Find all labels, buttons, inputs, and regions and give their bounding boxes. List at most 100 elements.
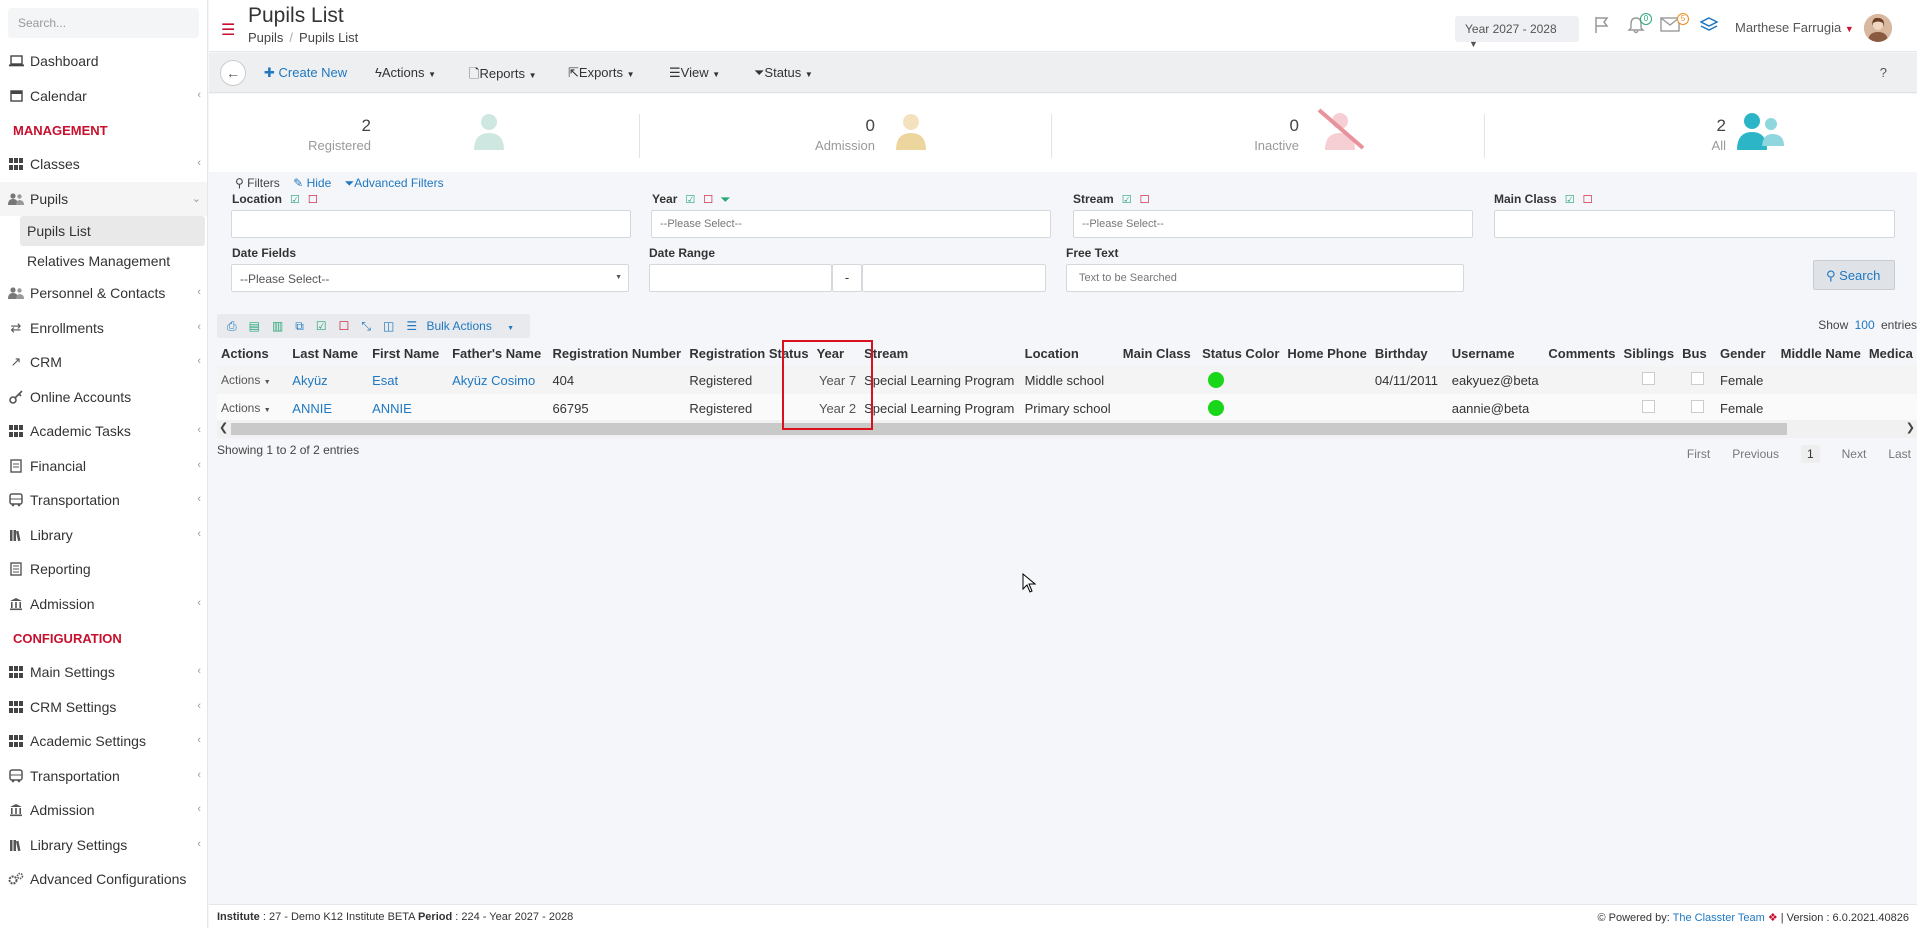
column-header[interactable]: Middle Name — [1777, 340, 1865, 366]
stat-inactive[interactable]: 0 Inactive — [1061, 116, 1299, 153]
square-icon[interactable]: ☐ — [1140, 194, 1150, 206]
sidebar-item-library-settings[interactable]: Library Settings ‹ — [0, 828, 207, 863]
check-square-icon[interactable]: ☑ — [290, 194, 300, 206]
column-header[interactable]: Username — [1448, 340, 1545, 366]
bus-checkbox[interactable] — [1690, 400, 1704, 413]
compress-icon[interactable]: ⤡ — [361, 319, 371, 334]
entries-count-select[interactable]: 100 — [1855, 318, 1875, 332]
advanced-filters-link[interactable]: ⏷Advanced Filters — [345, 176, 444, 190]
sidebar-item-academic-settings[interactable]: Academic Settings ‹ — [0, 724, 207, 759]
stat-admission[interactable]: 0 Admission — [649, 116, 875, 153]
pager-current[interactable]: 1 — [1800, 445, 1820, 463]
column-header[interactable]: Location — [1021, 340, 1119, 366]
hide-filters-link[interactable]: ✎ Hide — [293, 176, 331, 190]
bus-checkbox[interactable] — [1690, 372, 1704, 385]
main-class-input[interactable] — [1494, 210, 1895, 238]
help-button[interactable]: ? — [1880, 65, 1887, 80]
sidebar-item-online-accounts[interactable]: Online Accounts — [0, 380, 207, 415]
last-name-link[interactable]: ANNIE — [292, 401, 332, 416]
exports-dropdown[interactable]: ⇱Exports ▼ — [568, 65, 635, 81]
flag-icon[interactable] — [1593, 16, 1611, 39]
sidebar-item-admission[interactable]: Admission ‹ — [0, 587, 207, 622]
square-icon[interactable]: ☐ — [308, 194, 318, 206]
sidebar-item-main-settings[interactable]: Main Settings ‹ — [0, 655, 207, 690]
check-square-icon[interactable]: ☑ — [316, 319, 327, 333]
layers-icon[interactable] — [1699, 16, 1719, 39]
sidebar-item-library[interactable]: Library ‹ — [0, 518, 207, 553]
sidebar-item-personnel[interactable]: Personnel & Contacts ‹ — [0, 276, 207, 311]
column-header[interactable]: Actions — [217, 340, 288, 366]
year-select[interactable]: Year 2027 - 2028 ▼ — [1455, 16, 1579, 49]
sidebar-item-crm-settings[interactable]: CRM Settings ‹ — [0, 690, 207, 725]
sidebar-item-transportation[interactable]: Transportation ‹ — [0, 483, 207, 518]
stream-select-input[interactable]: --Please Select-- — [1073, 210, 1473, 238]
sidebar-item-academic-tasks[interactable]: Academic Tasks ‹ — [0, 414, 207, 449]
column-header[interactable]: Main Class — [1119, 340, 1198, 366]
column-header[interactable]: Birthday — [1371, 340, 1448, 366]
sidebar-subitem-pupils-list[interactable]: Pupils List — [20, 216, 205, 246]
column-header[interactable]: Last Name — [288, 340, 368, 366]
column-header[interactable]: Father's Name — [448, 340, 548, 366]
siblings-checkbox[interactable] — [1642, 372, 1656, 385]
pager-next[interactable]: Next — [1842, 447, 1867, 461]
sidebar-search-input[interactable]: Search... — [8, 8, 199, 38]
classter-team-link[interactable]: The Classter Team — [1673, 912, 1765, 924]
bulk-actions-button[interactable]: ☰ Bulk Actions ▼ — [406, 319, 520, 333]
sidebar-item-transportation-settings[interactable]: Transportation ‹ — [0, 759, 207, 794]
sidebar-item-enrollments[interactable]: ⇄ Enrollments ‹ — [0, 311, 207, 346]
check-square-icon[interactable]: ☑ — [1122, 194, 1132, 206]
column-header[interactable]: First Name — [368, 340, 448, 366]
sidebar-item-pupils[interactable]: Pupils ⌄ — [0, 181, 207, 216]
square-icon[interactable]: ☐ — [703, 194, 713, 206]
chevron-right-icon[interactable]: ❯ — [1906, 421, 1915, 434]
sidebar-item-crm[interactable]: ↗ CRM ‹ — [0, 345, 207, 380]
column-header[interactable]: Medica — [1865, 340, 1917, 366]
stat-all[interactable]: 2 All — [1494, 116, 1726, 153]
file-csv-icon[interactable]: ▥ — [272, 319, 283, 333]
check-square-icon[interactable]: ☑ — [685, 194, 695, 206]
columns-icon[interactable]: ◫ — [383, 319, 394, 333]
pager-first[interactable]: First — [1687, 447, 1710, 461]
stat-registered[interactable]: 2 Registered — [299, 116, 371, 153]
sidebar-item-financial[interactable]: Financial ‹ — [0, 449, 207, 484]
column-header[interactable]: Gender — [1716, 340, 1777, 366]
breadcrumb-item-pupils[interactable]: Pupils — [248, 30, 283, 45]
year-select-input[interactable]: --Please Select-- — [651, 210, 1051, 238]
actions-dropdown[interactable]: ϟActions ▼ — [375, 65, 436, 80]
check-square-icon[interactable]: ☑ — [1565, 194, 1575, 206]
date-range-end[interactable] — [862, 264, 1046, 292]
column-header[interactable]: Status Color — [1198, 340, 1283, 366]
column-header[interactable]: Stream — [860, 340, 1021, 366]
column-header[interactable]: Bus — [1678, 340, 1716, 366]
square-icon[interactable]: ☐ — [1583, 194, 1593, 206]
avatar[interactable] — [1864, 14, 1892, 42]
sidebar-subitem-relatives-management[interactable]: Relatives Management — [0, 246, 207, 276]
pager-previous[interactable]: Previous — [1732, 447, 1779, 461]
reports-dropdown[interactable]: 🗋Reports ▼ — [469, 65, 537, 87]
column-header[interactable]: Comments — [1544, 340, 1619, 366]
father-name-link[interactable]: Akyüz Cosimo — [452, 373, 535, 388]
first-name-link[interactable]: ANNIE — [372, 401, 412, 416]
pager-last[interactable]: Last — [1888, 447, 1911, 461]
status-dropdown[interactable]: ⏷Status ▼ — [754, 65, 813, 81]
sidebar-item-admission-settings[interactable]: Admission ‹ — [0, 793, 207, 828]
column-header[interactable]: Registration Number — [548, 340, 685, 366]
view-dropdown[interactable]: ☰View ▼ — [669, 65, 720, 81]
filter-icon[interactable]: ⏷ — [721, 194, 730, 206]
back-button[interactable]: ← — [220, 60, 246, 86]
date-range-start[interactable] — [649, 264, 832, 292]
siblings-checkbox[interactable] — [1642, 400, 1656, 413]
sidebar-item-reporting[interactable]: Reporting — [0, 552, 207, 587]
row-actions-dropdown[interactable]: Actions ▼ — [217, 394, 289, 422]
column-header[interactable]: Home Phone — [1283, 340, 1370, 366]
search-button[interactable]: ⚲ Search — [1813, 260, 1895, 290]
sidebar-item-classes[interactable]: Classes ‹ — [0, 147, 207, 182]
horizontal-scrollbar[interactable]: ❮ ❯ — [217, 420, 1917, 438]
location-input[interactable] — [231, 210, 631, 238]
square-icon[interactable]: ☐ — [339, 319, 350, 333]
file-excel-icon[interactable]: ▤ — [249, 319, 260, 333]
scrollbar-thumb[interactable] — [231, 423, 1787, 435]
copy-icon[interactable]: ⧉ — [295, 319, 304, 334]
sidebar-item-calendar[interactable]: Calendar ‹ — [0, 79, 207, 114]
sidebar-item-advanced-configurations[interactable]: Advanced Configurations — [0, 862, 207, 897]
